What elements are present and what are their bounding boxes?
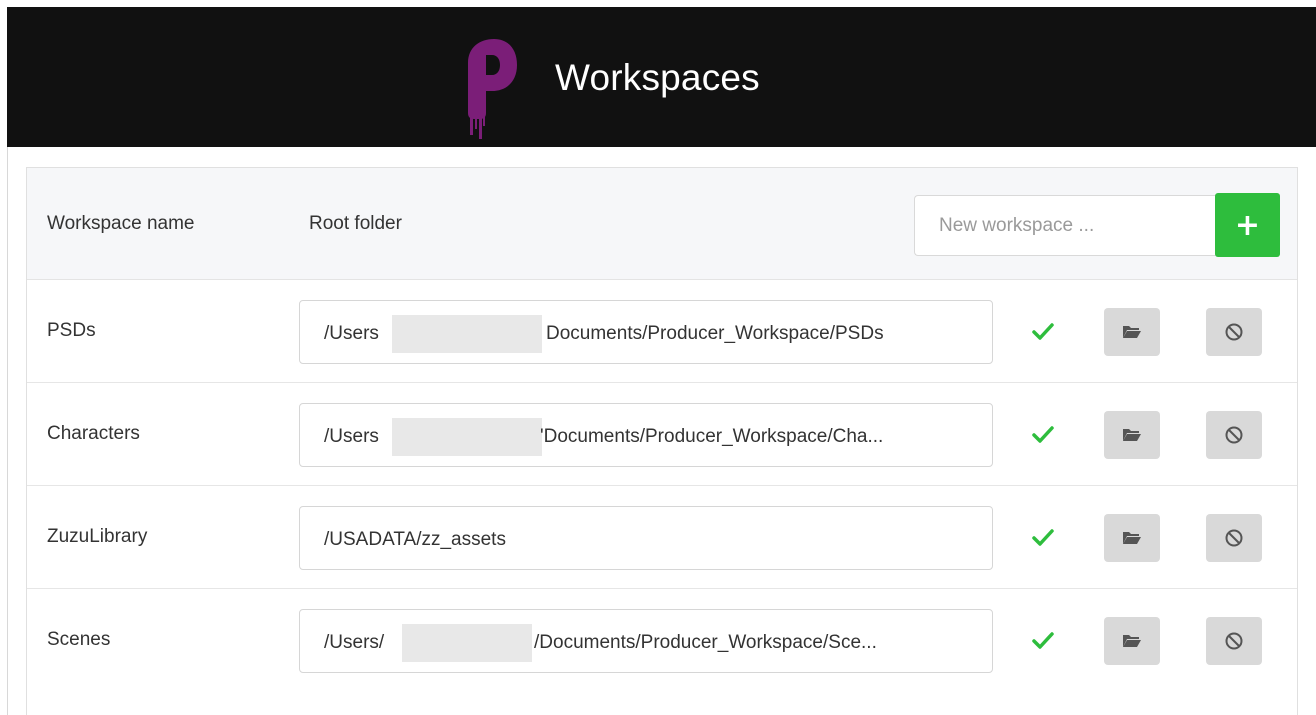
folder-icon — [1123, 532, 1141, 544]
open-folder-button[interactable] — [1104, 514, 1160, 562]
path-start: /USADATA/zz_assets — [324, 529, 506, 550]
root-folder-field[interactable]: /Users 'Documents/Producer_Workspace/Cha… — [299, 403, 993, 467]
table-row: ZuzuLibrary /USADATA/zz_assets — [27, 486, 1297, 589]
path-start: /Users — [324, 323, 379, 344]
folder-icon — [1123, 326, 1141, 338]
workspaces-panel: Workspace name Root folder + PSDs /Users… — [26, 167, 1298, 715]
ban-icon — [1225, 529, 1243, 547]
path-start: /Users — [324, 426, 379, 447]
check-icon — [1032, 632, 1054, 649]
table-header: Workspace name Root folder + — [27, 168, 1297, 280]
column-header-root-folder: Root folder — [309, 213, 402, 234]
page-title: Workspaces — [555, 57, 760, 98]
disable-workspace-button[interactable] — [1206, 617, 1262, 665]
header-bar: Workspaces — [7, 7, 1316, 147]
folder-icon — [1123, 429, 1141, 441]
new-workspace-input[interactable] — [914, 195, 1217, 256]
ban-icon — [1225, 632, 1243, 650]
workspace-name: Characters — [47, 423, 140, 444]
ban-icon — [1225, 426, 1243, 444]
open-folder-button[interactable] — [1104, 617, 1160, 665]
workspace-name: PSDs — [47, 320, 96, 341]
workspace-name: Scenes — [47, 629, 111, 650]
column-header-workspace-name: Workspace name — [47, 213, 195, 234]
table-row: Scenes /Users/ /Documents/Producer_Works… — [27, 589, 1297, 692]
redacted-segment — [392, 315, 542, 353]
check-icon — [1032, 426, 1054, 443]
open-folder-button[interactable] — [1104, 411, 1160, 459]
path-end: Documents/Producer_Workspace/PSDs — [546, 323, 884, 344]
disable-workspace-button[interactable] — [1206, 411, 1262, 459]
producer-logo-icon — [468, 39, 517, 139]
disable-workspace-button[interactable] — [1206, 308, 1262, 356]
root-folder-field[interactable]: /Users/ /Documents/Producer_Workspace/Sc… — [299, 609, 993, 673]
open-folder-button[interactable] — [1104, 308, 1160, 356]
add-workspace-button[interactable]: + — [1215, 193, 1280, 257]
workspace-name: ZuzuLibrary — [47, 526, 148, 547]
disable-workspace-button[interactable] — [1206, 514, 1262, 562]
path-end: 'Documents/Producer_Workspace/Cha... — [540, 426, 884, 447]
redacted-segment — [402, 624, 532, 662]
path-end: /Documents/Producer_Workspace/Sce... — [534, 632, 877, 653]
check-icon — [1032, 529, 1054, 546]
table-row: Characters /Users 'Documents/Producer_Wo… — [27, 383, 1297, 486]
redacted-segment — [392, 418, 542, 456]
root-folder-field[interactable]: /Users Documents/Producer_Workspace/PSDs — [299, 300, 993, 364]
check-icon — [1032, 323, 1054, 340]
folder-icon — [1123, 635, 1141, 647]
ban-icon — [1225, 323, 1243, 341]
root-folder-field[interactable]: /USADATA/zz_assets — [299, 506, 993, 570]
table-row: PSDs /Users Documents/Producer_Workspace… — [27, 280, 1297, 383]
path-start: /Users/ — [324, 632, 385, 653]
